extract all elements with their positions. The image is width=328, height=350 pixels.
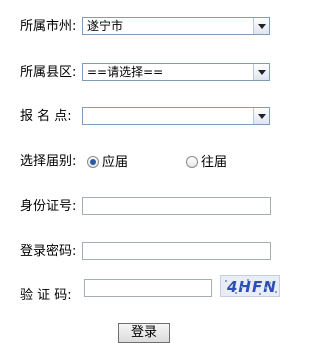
district-select-value: ==请选择== xyxy=(87,65,164,79)
radio-current-graduate[interactable] xyxy=(87,156,99,168)
radio-past-graduate[interactable] xyxy=(186,156,198,168)
chevron-down-icon[interactable] xyxy=(253,64,269,80)
radio-past-graduate-label[interactable]: 往届 xyxy=(201,155,227,171)
exam-site-select[interactable] xyxy=(82,107,270,125)
chevron-down-icon[interactable] xyxy=(253,108,269,124)
captcha-label: 验 证 码: xyxy=(20,288,72,303)
graduation-label: 选择届别: xyxy=(20,154,77,169)
city-select-value: 遂宁市 xyxy=(87,19,124,33)
id-number-input[interactable] xyxy=(82,197,271,215)
login-button[interactable]: 登录 xyxy=(118,323,170,343)
chevron-down-icon[interactable] xyxy=(253,18,269,34)
district-label: 所属县区: xyxy=(20,65,77,80)
password-input[interactable] xyxy=(82,242,271,260)
id-number-label: 身份证号: xyxy=(20,199,77,214)
captcha-input[interactable] xyxy=(84,279,212,297)
city-label: 所属市州: xyxy=(20,19,77,34)
password-label: 登录密码: xyxy=(20,244,77,259)
radio-current-graduate-label[interactable]: 应届 xyxy=(102,155,128,171)
exam-site-label: 报 名 点: xyxy=(20,109,72,124)
captcha-image[interactable]: 4HFN xyxy=(220,275,280,297)
district-select[interactable]: ==请选择== xyxy=(82,63,270,81)
city-select[interactable]: 遂宁市 xyxy=(82,17,270,35)
